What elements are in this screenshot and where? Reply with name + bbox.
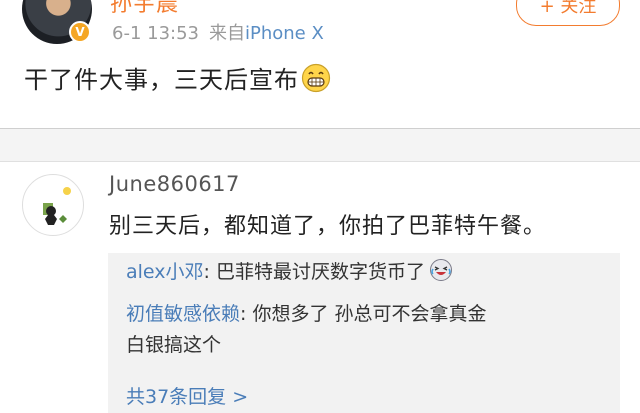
reply-text: 巴菲特最讨厌数字货币了 [215, 261, 425, 283]
author-name[interactable]: 孙宇晨 [110, 0, 179, 18]
comment-item: June860617 别三天后，都知道了，你拍了巴菲特午餐。 alex小邓: 巴… [0, 162, 640, 413]
reply-user[interactable]: 初值敏感依赖 [126, 303, 240, 325]
reply-text-continued: 白银搞这个 [126, 334, 222, 356]
commenter-avatar[interactable] [22, 174, 84, 236]
replies-box: alex小邓: 巴菲特最讨厌数字货币了 初值敏感依赖: 你想多了 孙总可不会拿真… [108, 253, 620, 413]
section-divider [0, 128, 640, 162]
reply-item: alex小邓: 巴菲特最讨厌数字货币了 [126, 257, 596, 292]
reply-item: 初值敏感依赖: 你想多了 孙总可不会拿真金 白银搞这个 [126, 299, 596, 361]
laugh-cry-emoji-icon [429, 258, 453, 292]
post-body: 干了件大事，三天后宣布 [24, 60, 331, 99]
post-source-prefix: 来自 [209, 23, 245, 44]
post-source[interactable]: iPhone X [245, 23, 324, 44]
reply-separator: : [240, 303, 253, 325]
post-header: V 孙宇晨 6-1 13:53 来自iPhone X + 关注 [0, 0, 640, 44]
reply-text: 你想多了 孙总可不会拿真金 [252, 303, 487, 325]
more-replies-link[interactable]: 共37条回复 > [126, 382, 248, 409]
commenter-name[interactable]: June860617 [109, 172, 240, 196]
post-meta: 6-1 13:53 来自iPhone X [112, 19, 324, 45]
divider-line-top [0, 128, 640, 129]
reply-user[interactable]: alex小邓 [126, 261, 204, 283]
verified-badge-icon: V [69, 21, 91, 43]
post-time: 6-1 13:53 [112, 23, 199, 44]
grin-emoji-icon [301, 63, 331, 99]
reply-separator: : [203, 261, 216, 283]
post-text: 干了件大事，三天后宣布 [24, 66, 299, 94]
comment-text: 别三天后，都知道了，你拍了巴菲特午餐。 [109, 214, 547, 239]
follow-button[interactable]: + 关注 [516, 0, 620, 26]
